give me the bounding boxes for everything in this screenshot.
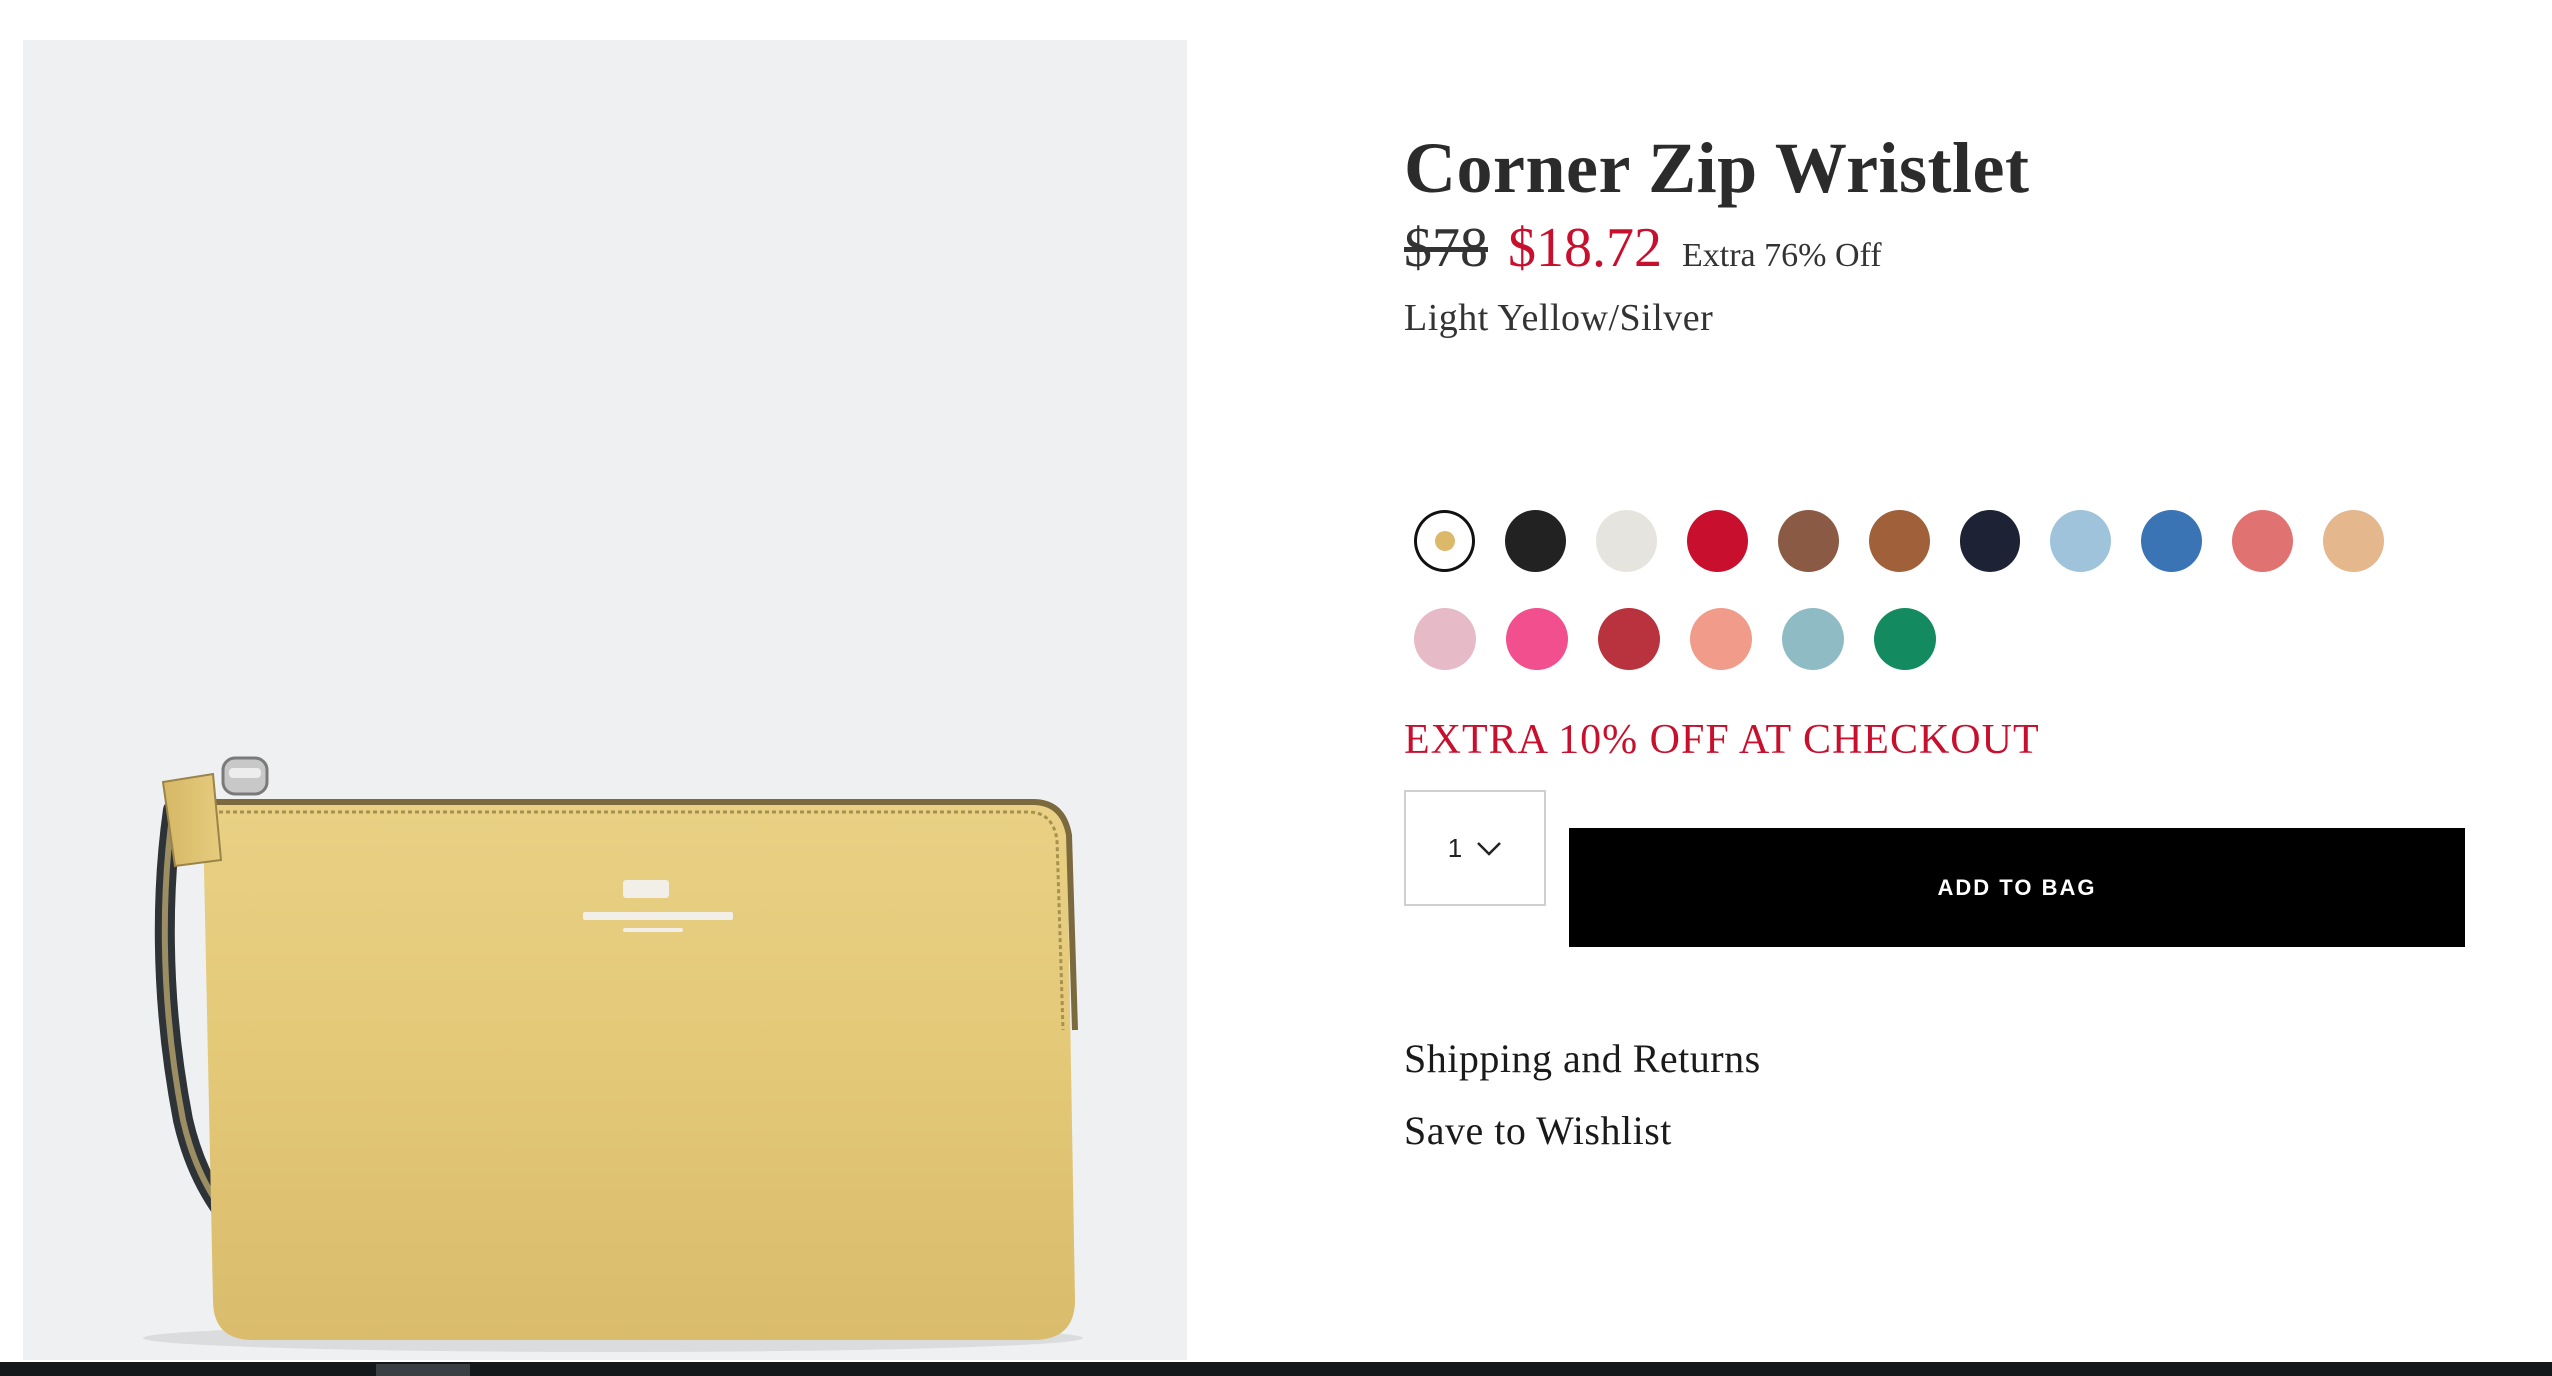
swatch-saddle[interactable] [1868, 510, 1930, 572]
swatch-light-yellow[interactable] [1414, 510, 1475, 572]
color-swatches [1414, 510, 2414, 706]
swatch-blush[interactable] [1414, 608, 1476, 670]
product-title: Corner Zip Wristlet [1404, 128, 2030, 208]
chevron-down-icon [1476, 833, 1502, 864]
horizontal-scrollbar[interactable] [0, 1362, 2552, 1376]
checkout-promo: EXTRA 10% OFF AT CHECKOUT [1404, 717, 2040, 763]
swatch-green[interactable] [1874, 608, 1936, 670]
selected-swatch-dot [1434, 531, 1455, 551]
sale-price: $18.72 [1508, 217, 1662, 279]
shipping-returns-link[interactable]: Shipping and Returns [1404, 1035, 1761, 1082]
swatch-sage-blue[interactable] [1782, 608, 1844, 670]
swatch-pink[interactable] [1506, 608, 1568, 670]
quantity-value: 1 [1447, 832, 1463, 863]
save-to-wishlist-link[interactable]: Save to Wishlist [1404, 1107, 1672, 1154]
swatch-navy[interactable] [1959, 510, 2021, 572]
swatch-deep-red[interactable] [1598, 608, 1660, 670]
swatch-blue[interactable] [2141, 510, 2203, 572]
swatch-chalk[interactable] [1595, 510, 1657, 572]
swatch-brown[interactable] [1777, 510, 1839, 572]
swatch-light-blue[interactable] [2050, 510, 2112, 572]
price-row: $78 $18.72 Extra 76% Off [1404, 216, 2484, 288]
add-to-bag-button[interactable]: ADD TO BAG [1569, 828, 2465, 947]
selected-color-name: Light Yellow/Silver [1404, 297, 1714, 339]
swatch-row [1414, 510, 2414, 608]
swatch-coral[interactable] [2232, 510, 2294, 572]
swatch-black[interactable] [1505, 510, 1566, 572]
quantity-select[interactable]: 1 [1404, 790, 1546, 906]
discount-note: Extra 76% Off [1682, 237, 1882, 274]
original-price: $78 [1404, 217, 1488, 279]
product-image [23, 40, 1187, 1360]
wristlet-illustration [143, 756, 1083, 1352]
swatch-red[interactable] [1686, 510, 1748, 572]
swatch-peach[interactable] [1690, 608, 1752, 670]
swatch-row [1414, 608, 2414, 706]
product-page: Corner Zip Wristlet $78 $18.72 Extra 76%… [0, 0, 2552, 1376]
scrollbar-thumb[interactable] [376, 1364, 470, 1376]
swatch-beechwood[interactable] [2323, 510, 2385, 572]
product-info: Corner Zip Wristlet $78 $18.72 Extra 76%… [1404, 120, 2484, 340]
